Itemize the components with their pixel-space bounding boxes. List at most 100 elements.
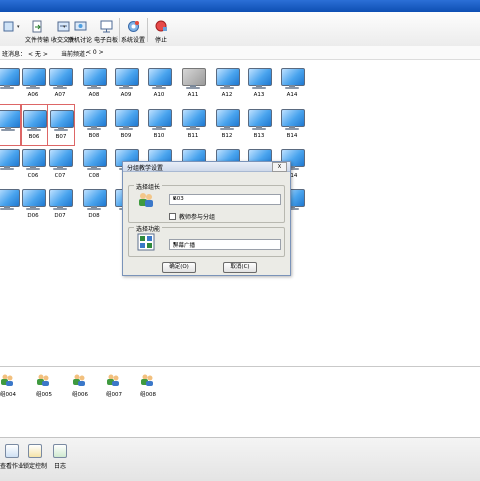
- cancel-button[interactable]: 取消(C): [223, 262, 257, 273]
- computer-item[interactable]: B13: [246, 104, 272, 144]
- monitor-base: [54, 129, 68, 131]
- monitor-base: [26, 87, 40, 89]
- discussion-icon: [74, 21, 86, 31]
- ok-button[interactable]: 确定(O): [162, 262, 196, 273]
- computer-item[interactable]: A13: [246, 63, 272, 103]
- monitor-icon: [22, 149, 46, 167]
- checkbox-box[interactable]: [169, 213, 176, 220]
- computer-item[interactable]: [0, 144, 20, 184]
- monitor-icon: [50, 110, 74, 128]
- computer-label: B12: [221, 133, 233, 139]
- monitor-icon: [115, 68, 139, 86]
- whiteboard-button[interactable]: 电子白板: [93, 14, 119, 44]
- group-label: 组004: [0, 392, 16, 398]
- computer-item[interactable]: A14: [279, 63, 305, 103]
- monitor-icon: [0, 149, 20, 167]
- stop-icon: [155, 20, 167, 32]
- monitor-icon: [22, 189, 46, 207]
- lock-control-button[interactable]: 锁定控制: [23, 444, 47, 470]
- toolbar-icon: [3, 21, 13, 32]
- computer-item[interactable]: A09: [113, 63, 139, 103]
- monitor-icon: [216, 68, 240, 86]
- file-transfer-label: 文件传输: [24, 37, 49, 44]
- monitor-icon: [83, 68, 107, 86]
- computer-label: A14: [286, 92, 298, 98]
- monitor-icon: [0, 68, 20, 86]
- monitor-base: [53, 168, 67, 170]
- leader-select[interactable]: B03 ▾: [169, 194, 281, 205]
- computer-label: C08: [88, 173, 100, 179]
- group-icon: [37, 374, 49, 386]
- computer-item[interactable]: C08: [81, 144, 107, 184]
- group-item[interactable]: 组005: [32, 371, 56, 399]
- class-message-value: < 无 >: [28, 51, 48, 58]
- teacher-join-checkbox[interactable]: 教师参与分组: [169, 212, 215, 221]
- computer-item[interactable]: B11: [180, 104, 206, 144]
- check-homework-button[interactable]: 查看作业: [0, 444, 24, 470]
- computer-item[interactable]: B08: [81, 104, 107, 144]
- dialog-titlebar: 分组教学设置 X: [123, 162, 290, 172]
- computer-item[interactable]: B12: [214, 104, 240, 144]
- monitor-icon: [49, 189, 73, 207]
- dialog-title: 分组教学设置: [127, 165, 164, 172]
- file-transfer-button[interactable]: 文件传输: [24, 14, 50, 44]
- monitor-icon: [23, 110, 47, 128]
- computer-label: B06: [28, 134, 40, 140]
- leader-groupbox: 选择组长 B03 ▾ 教师参与分组: [128, 182, 285, 223]
- function-select[interactable]: 屏幕广播 ▾: [169, 239, 281, 250]
- settings-button[interactable]: 系统设置: [120, 14, 146, 44]
- computer-label: A08: [88, 92, 100, 98]
- function-group-title: 选择功能: [134, 224, 163, 233]
- monitor-base: [285, 87, 299, 89]
- computer-item[interactable]: B14: [279, 104, 305, 144]
- group-item[interactable]: 组008: [136, 371, 160, 399]
- computer-item[interactable]: C07: [47, 144, 73, 184]
- computer-item[interactable]: A11: [180, 63, 206, 103]
- gear-icon: [127, 21, 139, 32]
- computer-item[interactable]: [0, 104, 22, 146]
- computer-item[interactable]: B09: [113, 104, 139, 144]
- computer-item[interactable]: A07: [47, 63, 73, 103]
- discussion-button[interactable]: 联机讨论: [67, 14, 93, 44]
- computer-item[interactable]: [0, 63, 20, 103]
- computer-label: B14: [286, 133, 298, 139]
- computer-item[interactable]: [0, 184, 20, 224]
- monitor-base: [252, 87, 266, 89]
- computer-item[interactable]: C06: [20, 144, 46, 184]
- computer-label: B07: [55, 134, 67, 140]
- dropdown-arrow-icon[interactable]: ▾: [63, 24, 66, 30]
- computer-item[interactable]: D08: [81, 184, 107, 224]
- dropdown-arrow-icon[interactable]: ▾: [17, 24, 20, 30]
- computer-label: B09: [120, 133, 132, 139]
- bottom-toolbar: 查看作业 锁定控制 日志: [0, 437, 480, 481]
- computer-item[interactable]: A12: [214, 63, 240, 103]
- computer-label: B13: [253, 133, 265, 139]
- monitor-base: [186, 128, 200, 130]
- log-button[interactable]: 日志: [53, 444, 67, 470]
- group-item[interactable]: 组007: [102, 371, 126, 399]
- group-label: 组006: [72, 392, 88, 398]
- computer-item[interactable]: A10: [146, 63, 172, 103]
- close-button[interactable]: X: [272, 162, 287, 172]
- computer-item[interactable]: D06: [20, 184, 46, 224]
- monitor-base: [27, 129, 41, 131]
- computer-item[interactable]: B06: [20, 104, 48, 146]
- computer-item[interactable]: A08: [81, 63, 107, 103]
- group-item[interactable]: 组006: [68, 371, 92, 399]
- monitor-base: [186, 87, 200, 89]
- stop-button[interactable]: 停止: [150, 14, 172, 44]
- group-teaching-dialog: 分组教学设置 X 选择组长 B03 ▾ 教师参与分组 选择功能 屏幕广播 ▾ 确…: [122, 161, 291, 276]
- class-message-label: 班消息：: [2, 51, 27, 58]
- computer-label: B11: [187, 133, 199, 139]
- leader-group-title: 选择组长: [134, 182, 163, 191]
- computer-item[interactable]: D07: [47, 184, 73, 224]
- computer-label: B08: [88, 133, 100, 139]
- computer-item[interactable]: B07: [47, 104, 75, 146]
- computer-item[interactable]: A06: [20, 63, 46, 103]
- computer-item[interactable]: B10: [146, 104, 172, 144]
- group-item[interactable]: 组004: [0, 371, 20, 399]
- main-toolbar: ▾ 文件传输 收交文件 ▾ 联机讨论 电子白板 系统设置 停止: [0, 12, 480, 47]
- chevron-down-icon: ▾: [173, 241, 176, 247]
- monitor-base: [152, 87, 166, 89]
- discussion-label: 联机讨论: [67, 37, 92, 44]
